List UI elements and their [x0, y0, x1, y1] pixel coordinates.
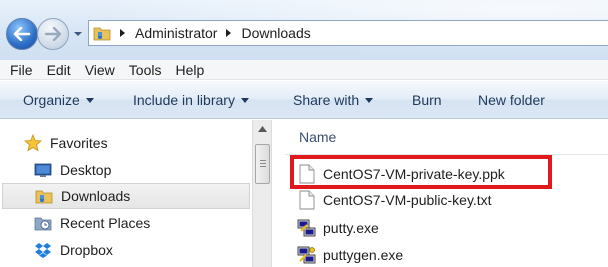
file-name: puttygen.exe — [323, 247, 404, 263]
star-icon — [24, 134, 42, 152]
scroll-thumb[interactable] — [255, 144, 270, 184]
breadcrumb-separator-icon[interactable] — [223, 28, 233, 38]
column-header-row: Name — [273, 120, 608, 154]
address-toolbar: Administrator Downloads — [0, 0, 608, 60]
file-item-puttygen[interactable]: puttygen.exe — [293, 242, 608, 267]
scroll-up-button[interactable] — [255, 122, 269, 136]
breadcrumb-separator-icon[interactable] — [117, 28, 127, 38]
address-bar[interactable]: Administrator Downloads — [88, 20, 608, 46]
organize-button[interactable]: Organize — [23, 81, 94, 119]
share-with-button[interactable]: Share with — [293, 81, 374, 119]
file-name: CentOS7-VM-public-key.txt — [323, 192, 492, 208]
column-header-name[interactable]: Name — [299, 129, 336, 145]
puttygen-icon — [297, 245, 317, 265]
navigation-pane: Favorites Desktop Downloads Recent Place… — [0, 120, 252, 267]
menu-bar: File Edit View Tools Help — [0, 60, 608, 80]
nav-item-desktop[interactable]: Desktop — [0, 157, 252, 183]
file-list-pane: Name CentOS7-VM-private-key.ppk CentOS7-… — [273, 120, 608, 267]
forward-arrow-icon — [44, 27, 62, 41]
new-folder-button[interactable]: New folder — [478, 81, 545, 119]
chevron-down-icon — [240, 97, 249, 103]
nav-item-dropbox[interactable]: Dropbox — [0, 237, 252, 263]
highlight-annotation — [290, 155, 552, 189]
burn-label: Burn — [412, 92, 442, 108]
recent-pages-dropdown-icon[interactable] — [73, 30, 83, 38]
burn-button[interactable]: Burn — [412, 81, 442, 119]
chevron-up-icon — [257, 126, 267, 132]
menu-view[interactable]: View — [79, 62, 121, 78]
back-button[interactable] — [6, 18, 38, 50]
include-in-library-button[interactable]: Include in library — [133, 81, 249, 119]
organize-label: Organize — [23, 92, 80, 108]
command-bar: Organize Include in library Share with B… — [0, 81, 608, 119]
nav-item-downloads[interactable]: Downloads — [2, 183, 250, 209]
breadcrumb-downloads[interactable]: Downloads — [241, 25, 310, 41]
new-folder-label: New folder — [478, 92, 545, 108]
nav-favorites-label: Favorites — [50, 135, 108, 151]
scroll-grip-line — [260, 163, 266, 164]
scroll-grip-line — [260, 166, 266, 167]
desktop-icon — [34, 161, 52, 179]
folder-icon — [93, 27, 111, 41]
include-in-library-label: Include in library — [133, 92, 235, 108]
menu-tools[interactable]: Tools — [123, 62, 168, 78]
share-with-label: Share with — [293, 92, 360, 108]
file-item-putty[interactable]: putty.exe — [293, 215, 608, 241]
nav-item-downloads-label: Downloads — [61, 188, 131, 204]
forward-button[interactable] — [37, 18, 69, 50]
file-item-public-key[interactable]: CentOS7-VM-public-key.txt — [293, 187, 608, 213]
menu-file[interactable]: File — [4, 62, 39, 78]
nav-favorites[interactable]: Favorites — [0, 130, 252, 156]
dropbox-icon — [34, 241, 52, 259]
downloads-folder-icon — [35, 187, 53, 205]
nav-item-recent-places-label: Recent Places — [60, 215, 151, 231]
back-arrow-icon — [13, 27, 31, 41]
putty-icon — [297, 218, 317, 238]
file-name: putty.exe — [323, 220, 379, 236]
breadcrumb-administrator[interactable]: Administrator — [135, 25, 217, 41]
navigation-scrollbar[interactable] — [252, 120, 272, 267]
document-icon — [297, 190, 317, 210]
recent-places-icon — [34, 214, 52, 232]
menu-edit[interactable]: Edit — [41, 62, 77, 78]
nav-item-desktop-label: Desktop — [60, 162, 112, 178]
chevron-down-icon — [365, 97, 374, 103]
nav-item-recent-places[interactable]: Recent Places — [0, 210, 252, 236]
scroll-grip-line — [260, 160, 266, 161]
menu-help[interactable]: Help — [169, 62, 210, 78]
nav-item-dropbox-label: Dropbox — [60, 242, 113, 258]
chevron-down-icon — [85, 97, 94, 103]
